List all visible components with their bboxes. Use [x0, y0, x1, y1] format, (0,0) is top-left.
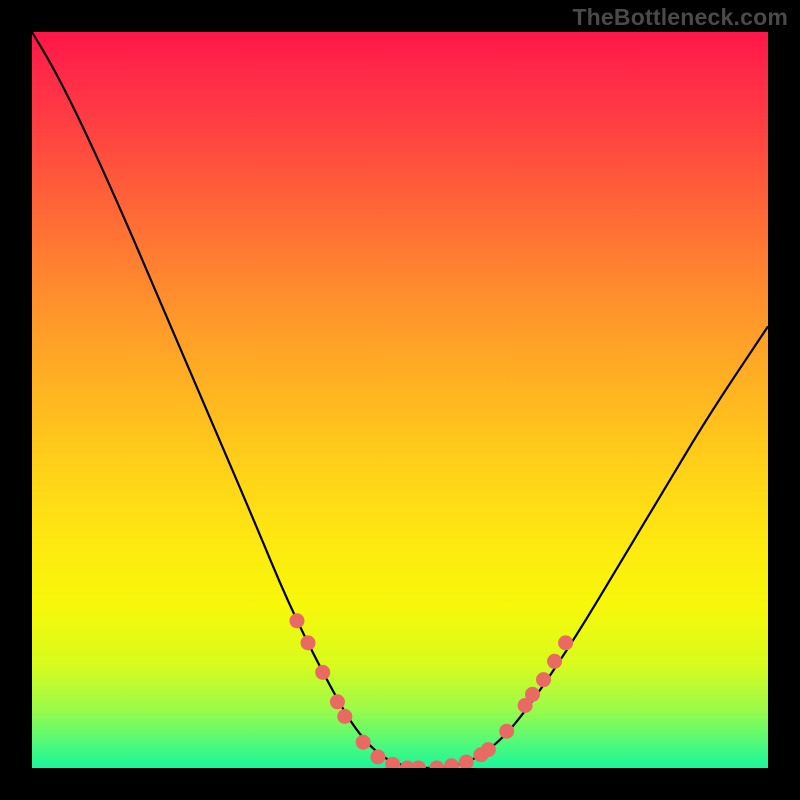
curve-marker: [411, 761, 426, 769]
curve-marker: [558, 635, 573, 650]
bottleneck-curve: [32, 32, 768, 768]
curve-marker: [356, 735, 371, 750]
curve-marker: [330, 694, 345, 709]
curve-marker: [289, 613, 304, 628]
curve-marker: [315, 665, 330, 680]
curve-marker: [536, 672, 551, 687]
curve-marker: [444, 758, 459, 768]
curve-marker: [429, 761, 444, 769]
curve-marker: [337, 709, 352, 724]
curve-marker: [459, 755, 474, 768]
watermark-text: TheBottleneck.com: [572, 4, 788, 31]
curve-marker: [525, 687, 540, 702]
curve-marker: [301, 635, 316, 650]
curve-marker: [547, 654, 562, 669]
curve-marker: [370, 749, 385, 764]
chart-plot-area: [32, 32, 768, 768]
curve-marker: [499, 724, 514, 739]
curve-marker: [481, 742, 496, 757]
chart-svg: [32, 32, 768, 768]
